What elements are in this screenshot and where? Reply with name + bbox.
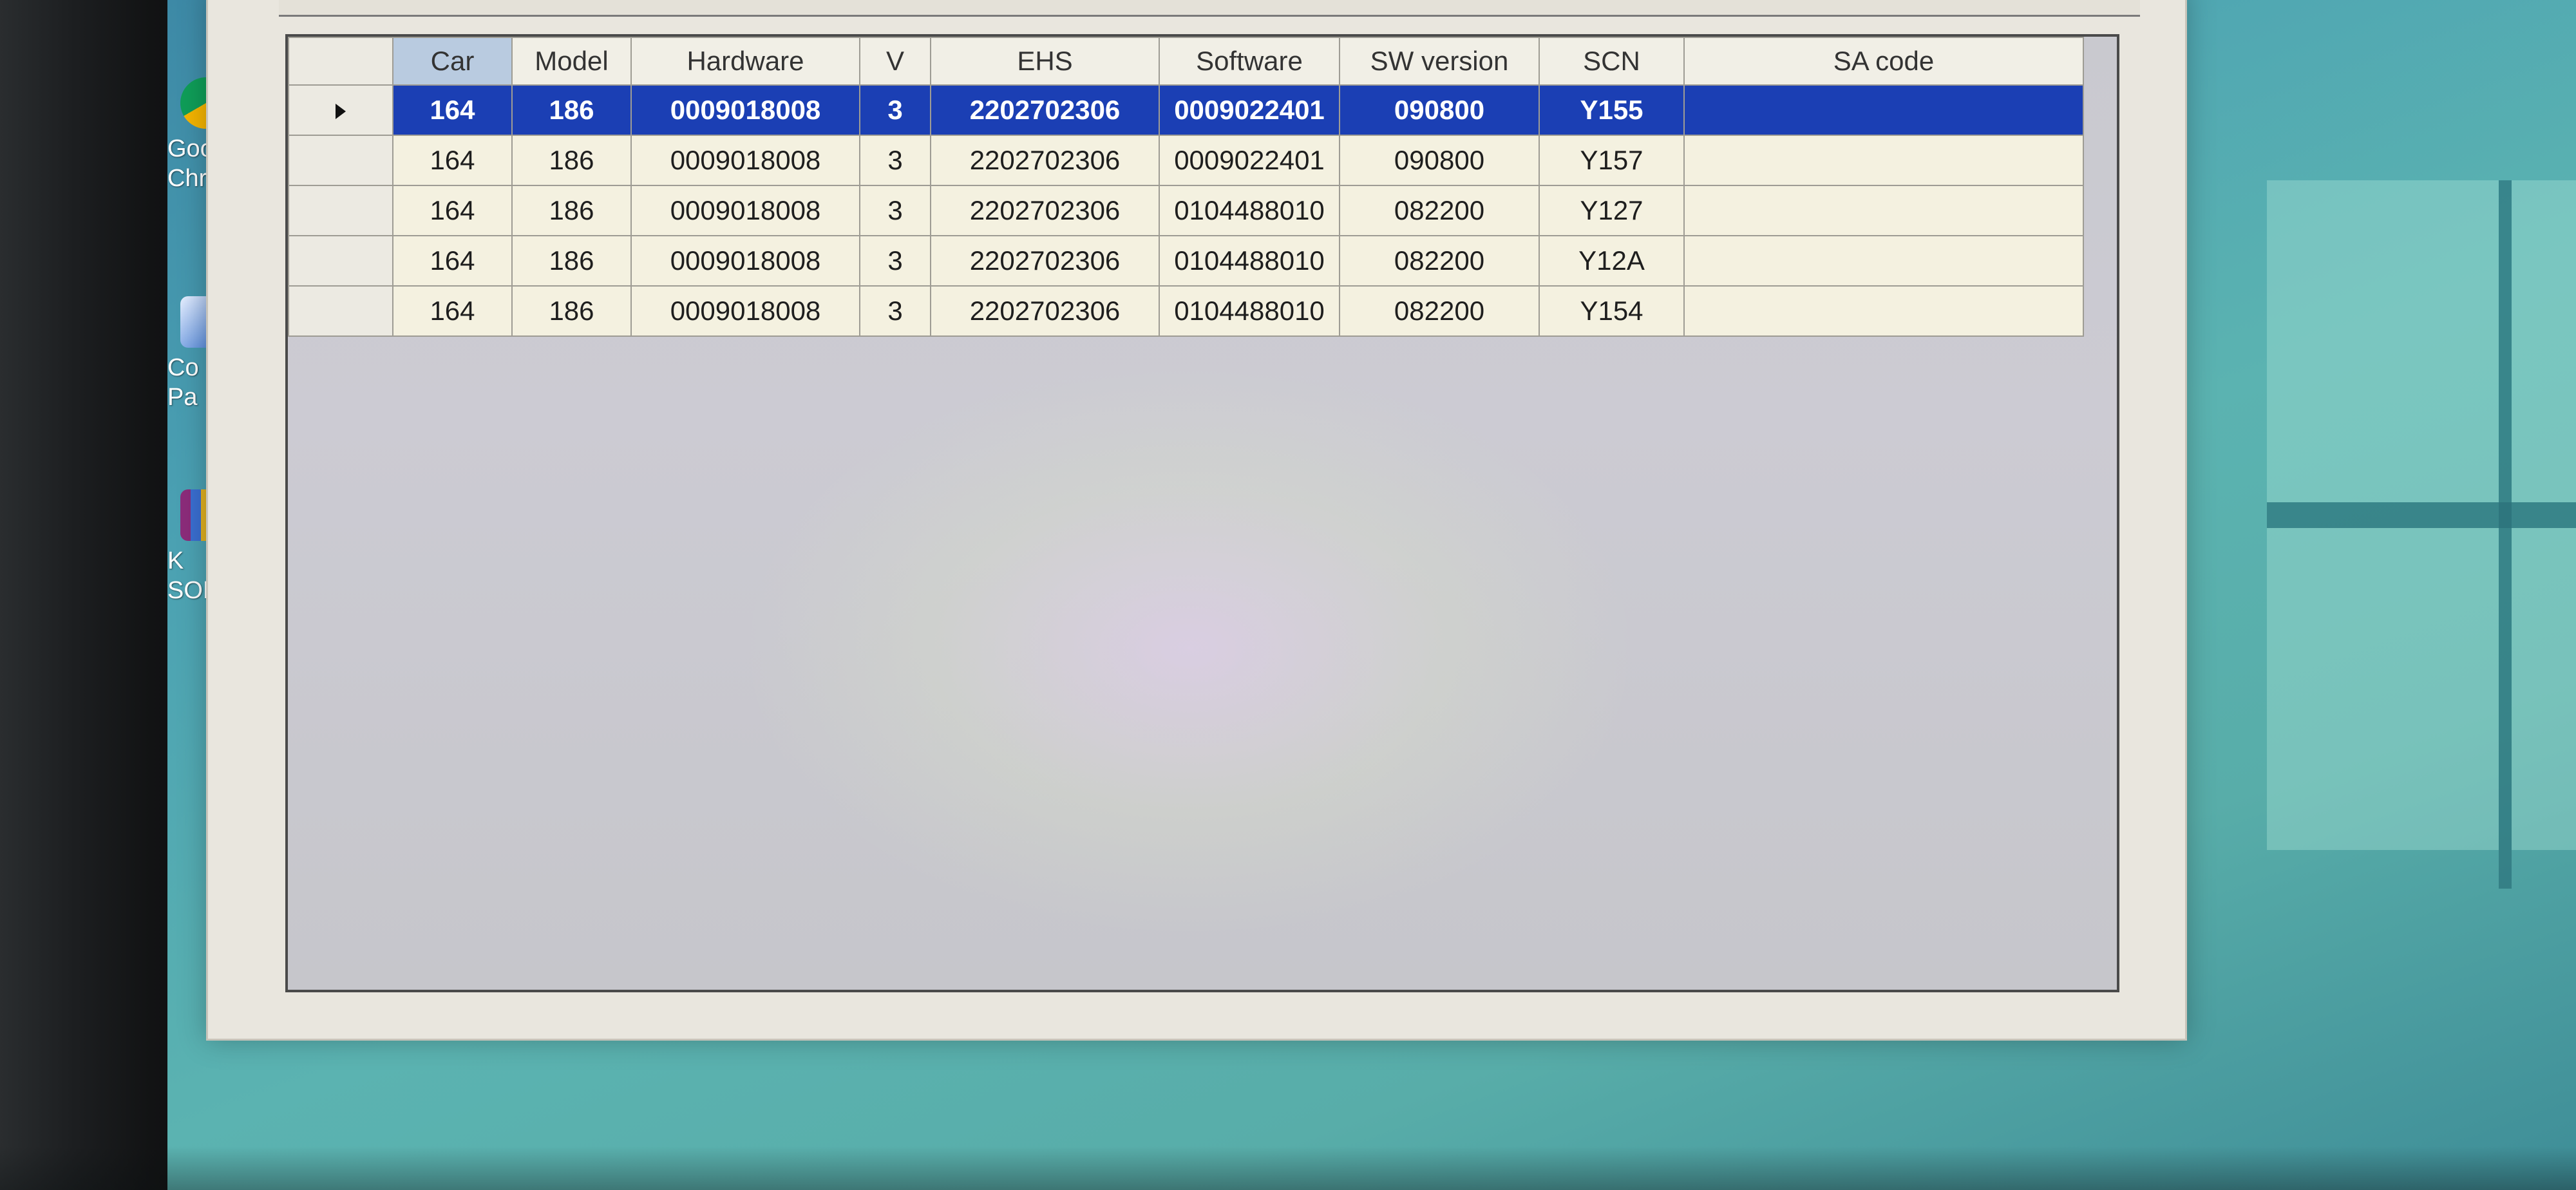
column-header-v[interactable]: V (859, 37, 931, 86)
cell-sw-version[interactable]: 090800 (1339, 84, 1540, 136)
cell-car[interactable]: 164 (392, 185, 513, 236)
row-selector[interactable] (288, 185, 393, 236)
cell-sw-version[interactable]: 082200 (1339, 235, 1540, 287)
cell-scn[interactable]: Y157 (1539, 135, 1685, 186)
cell-hardware[interactable]: 0009018008 (630, 235, 860, 287)
table-row[interactable]: 164 186 0009018008 3 2202702306 01044880… (288, 285, 2084, 337)
cell-sa-code[interactable] (1683, 185, 2084, 236)
column-header-scn[interactable]: SCN (1539, 37, 1685, 86)
column-header-software[interactable]: Software (1159, 37, 1340, 86)
table-row[interactable]: 164 186 0009018008 3 2202702306 01044880… (288, 235, 2084, 287)
cell-scn[interactable]: Y12A (1539, 235, 1685, 287)
cell-sw-version[interactable]: 082200 (1339, 285, 1540, 337)
cell-software[interactable]: 0104488010 (1159, 185, 1340, 236)
cell-v[interactable]: 3 (859, 285, 931, 337)
column-header-car[interactable]: Car (392, 37, 513, 86)
cell-v[interactable]: 3 (859, 185, 931, 236)
cell-hardware[interactable]: 0009018008 (630, 135, 860, 186)
cell-sa-code[interactable] (1683, 235, 2084, 287)
cell-ehs[interactable]: 2202702306 (930, 285, 1160, 337)
column-header-ehs[interactable]: EHS (930, 37, 1160, 86)
cell-v[interactable]: 3 (859, 235, 931, 287)
table-header-row: Car Model Hardware V EHS Software SW ver… (288, 37, 2084, 86)
cell-model[interactable]: 186 (511, 84, 632, 136)
cell-scn[interactable]: Y155 (1539, 84, 1685, 136)
cell-model[interactable]: 186 (511, 135, 632, 186)
cell-software[interactable]: 0104488010 (1159, 235, 1340, 287)
table-row[interactable]: 164 186 0009018008 3 2202702306 00090224… (288, 84, 2084, 136)
column-header-sw-version[interactable]: SW version (1339, 37, 1540, 86)
cell-sa-code[interactable] (1683, 135, 2084, 186)
application-window: Car Model Hardware V EHS Software SW ver… (206, 0, 2187, 1041)
column-header-hardware[interactable]: Hardware (630, 37, 860, 86)
row-selector[interactable] (288, 285, 393, 337)
cell-scn[interactable]: Y154 (1539, 285, 1685, 337)
cell-sw-version[interactable]: 090800 (1339, 135, 1540, 186)
cell-car[interactable]: 164 (392, 285, 513, 337)
column-header-selector (288, 37, 393, 86)
cell-v[interactable]: 3 (859, 84, 931, 136)
screen-glare (739, 359, 1640, 938)
row-selector[interactable] (288, 84, 393, 136)
cell-scn[interactable]: Y127 (1539, 185, 1685, 236)
cell-ehs[interactable]: 2202702306 (930, 84, 1160, 136)
column-header-model[interactable]: Model (511, 37, 632, 86)
cell-ehs[interactable]: 2202702306 (930, 135, 1160, 186)
cell-model[interactable]: 186 (511, 185, 632, 236)
cell-model[interactable]: 186 (511, 285, 632, 337)
ecu-table: Car Model Hardware V EHS Software SW ver… (288, 37, 2084, 337)
row-selector[interactable] (288, 135, 393, 186)
cell-ehs[interactable]: 2202702306 (930, 185, 1160, 236)
screen-bottom-shadow (0, 1146, 2576, 1190)
windows-logo-graphic (2267, 180, 2576, 889)
data-grid: Car Model Hardware V EHS Software SW ver… (285, 34, 2119, 992)
cell-software[interactable]: 0104488010 (1159, 285, 1340, 337)
current-row-arrow-icon (336, 104, 346, 119)
cell-hardware[interactable]: 0009018008 (630, 185, 860, 236)
cell-car[interactable]: 164 (392, 84, 513, 136)
cell-software[interactable]: 0009022401 (1159, 135, 1340, 186)
table-row[interactable]: 164 186 0009018008 3 2202702306 00090224… (288, 135, 2084, 186)
cell-car[interactable]: 164 (392, 135, 513, 186)
cell-car[interactable]: 164 (392, 235, 513, 287)
cell-software[interactable]: 0009022401 (1159, 84, 1340, 136)
row-selector[interactable] (288, 235, 393, 287)
column-header-sa-code[interactable]: SA code (1683, 37, 2084, 86)
cell-hardware[interactable]: 0009018008 (630, 285, 860, 337)
cell-v[interactable]: 3 (859, 135, 931, 186)
cell-hardware[interactable]: 0009018008 (630, 84, 860, 136)
cell-model[interactable]: 186 (511, 235, 632, 287)
cell-ehs[interactable]: 2202702306 (930, 235, 1160, 287)
table-row[interactable]: 164 186 0009018008 3 2202702306 01044880… (288, 185, 2084, 236)
cell-sw-version[interactable]: 082200 (1339, 185, 1540, 236)
cell-sa-code[interactable] (1683, 84, 2084, 136)
cell-sa-code[interactable] (1683, 285, 2084, 337)
window-top-strip (279, 0, 2140, 17)
